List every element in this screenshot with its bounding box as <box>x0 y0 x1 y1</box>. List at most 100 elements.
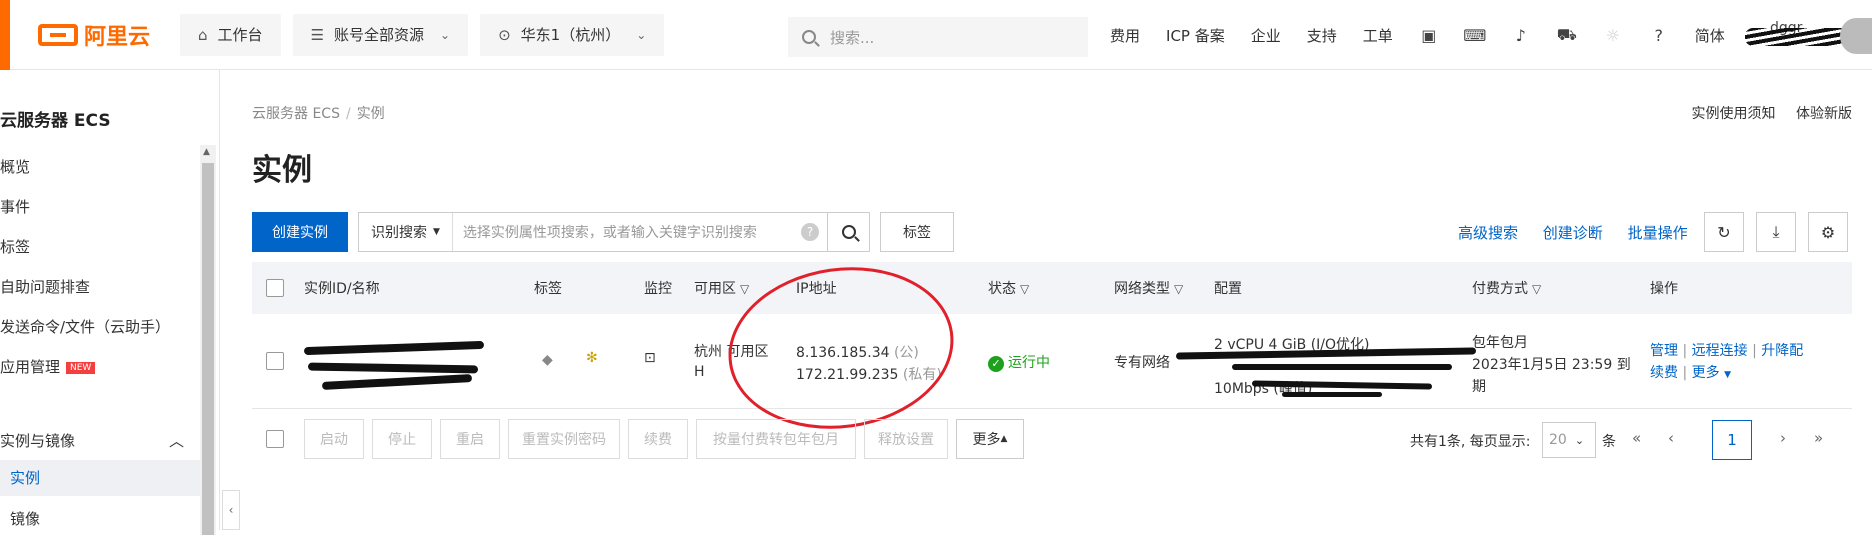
filter-icon[interactable]: ▽ <box>1174 282 1183 296</box>
release-settings-button[interactable]: 释放设置 <box>864 419 948 459</box>
region-label: 华东1（杭州） <box>520 26 621 44</box>
link-try-new-version[interactable]: 体验新版 <box>1796 106 1852 122</box>
status-badge: 运行中 <box>1008 355 1050 371</box>
more-actions-link[interactable]: 更多 ▼ <box>1692 365 1731 381</box>
global-search-input[interactable]: 搜索... <box>788 17 1088 57</box>
footer-select-all-checkbox[interactable] <box>266 430 284 448</box>
terminal-icon[interactable]: ⌨ <box>1463 25 1486 45</box>
workbench-button[interactable]: ⌂ 工作台 <box>180 13 281 56</box>
link-support[interactable]: 支持 <box>1307 25 1337 46</box>
caret-down-icon: ▼ <box>1724 370 1731 380</box>
column-status[interactable]: 状态 ▽ <box>988 278 1029 298</box>
row-checkbox[interactable] <box>266 352 284 370</box>
language-switch[interactable]: 简体 <box>1695 25 1725 46</box>
current-page-button[interactable]: 1 <box>1712 420 1752 460</box>
chevron-down-icon: ⌄ <box>1574 433 1585 447</box>
bell-icon[interactable]: ♪ <box>1511 25 1531 45</box>
search-submit-button[interactable] <box>827 213 869 251</box>
refresh-button[interactable]: ↻ <box>1704 212 1744 252</box>
scroll-up-icon[interactable]: ▲ <box>203 147 210 157</box>
column-tags: 标签 <box>534 281 562 297</box>
start-button[interactable]: 启动 <box>304 419 364 459</box>
reset-password-button[interactable]: 重置实例密码 <box>508 419 620 459</box>
renew-button[interactable]: 续费 <box>628 419 688 459</box>
column-billing[interactable]: 付费方式 ▽ <box>1472 278 1541 298</box>
column-instance-id[interactable]: 实例ID/名称 <box>304 278 380 298</box>
caret-up-icon: ▲ <box>1000 434 1008 444</box>
actions-cell: 管理 | 远程连接 | 升降配 续费 | 更多 ▼ <box>1650 340 1803 386</box>
renew-link[interactable]: 续费 <box>1650 365 1678 381</box>
prev-page-button[interactable]: ‹ <box>1668 429 1674 447</box>
link-instance-notice[interactable]: 实例使用须知 <box>1692 106 1776 122</box>
gear-icon: ⚙ <box>1820 222 1836 242</box>
sidebar-scrollbar[interactable]: ▲ <box>200 145 216 535</box>
instance-search-input[interactable]: 选择实例属性项搜索，或者输入关键字识别搜索 <box>453 222 801 242</box>
plugin-icon[interactable]: ✻ <box>586 350 598 366</box>
monitor-icon[interactable]: ⊡ <box>644 350 656 366</box>
sidebar-item-troubleshoot[interactable]: 自助问题排查 <box>0 276 90 297</box>
page-size-select[interactable]: 20 ⌄ <box>1542 422 1596 458</box>
more-label: 更多 <box>972 432 1001 448</box>
help-icon[interactable]: ? <box>801 223 819 241</box>
redaction-scribble <box>1232 364 1452 370</box>
chevron-up-icon: ︿ <box>168 432 184 450</box>
sidebar-item-events[interactable]: 事件 <box>0 196 30 217</box>
search-icon <box>841 225 856 239</box>
column-network-type[interactable]: 网络类型 ▽ <box>1114 278 1183 298</box>
link-enterprise[interactable]: 企业 <box>1251 25 1281 46</box>
more-button[interactable]: 更多 ▲ <box>956 419 1024 459</box>
batch-operation-link[interactable]: 批量操作 <box>1628 224 1688 242</box>
tag-filter-button[interactable]: 标签 <box>880 212 954 252</box>
sidebar-item-app-management[interactable]: 应用管理 NEW <box>0 356 96 377</box>
filter-icon[interactable]: ▽ <box>1532 282 1541 296</box>
divider: | <box>1682 365 1688 381</box>
sidebar-item-overview[interactable]: 概览 <box>0 156 30 177</box>
region-dropdown[interactable]: ⊙ 华东1（杭州） ⌄ <box>480 13 665 56</box>
select-all-checkbox[interactable] <box>266 279 284 297</box>
settings-button[interactable]: ⚙ <box>1808 212 1848 252</box>
cart-icon[interactable]: ⛟ <box>1557 25 1577 45</box>
create-instance-button[interactable]: 创建实例 <box>252 212 348 252</box>
help-icon[interactable]: ? <box>1649 25 1669 45</box>
stack-icon: ☰ <box>310 25 325 44</box>
resources-dropdown[interactable]: ☰ 账号全部资源 ⌄ <box>292 13 469 56</box>
tag-icon[interactable]: ◆ <box>542 352 553 368</box>
sidebar-group-instances-images[interactable]: 实例与镜像 ︿ <box>0 430 200 451</box>
filter-icon[interactable]: ▽ <box>740 282 749 296</box>
search-type-dropdown[interactable]: 识别搜索 ▼ <box>359 213 453 251</box>
global-search-placeholder: 搜索... <box>830 28 875 47</box>
home-icon: ⌂ <box>198 25 208 44</box>
filter-icon[interactable]: ▽ <box>1020 282 1029 296</box>
restart-button[interactable]: 重启 <box>440 419 500 459</box>
resize-link[interactable]: 升降配 <box>1761 343 1803 359</box>
aliyun-logo[interactable]: 阿里云 <box>38 19 150 51</box>
menu-button[interactable] <box>0 0 10 70</box>
sidebar-item-images[interactable]: 镜像 <box>10 508 40 529</box>
last-page-button[interactable]: » <box>1814 429 1823 447</box>
page-title: 实例 <box>252 153 312 188</box>
create-diagnosis-link[interactable]: 创建诊断 <box>1543 224 1603 242</box>
stop-button[interactable]: 停止 <box>372 419 432 459</box>
app-icon[interactable]: ▣ <box>1419 25 1439 45</box>
sidebar-item-cloud-assistant[interactable]: 发送命令/文件（云助手） <box>0 316 170 337</box>
next-page-button[interactable]: › <box>1780 429 1786 447</box>
manage-link[interactable]: 管理 <box>1650 343 1678 359</box>
lightbulb-icon[interactable]: ☼ <box>1603 25 1623 45</box>
link-fees[interactable]: 费用 <box>1110 25 1140 46</box>
scrollbar-thumb[interactable] <box>202 163 214 535</box>
avatar[interactable] <box>1840 18 1872 54</box>
chevron-left-icon: ‹ <box>228 503 234 517</box>
advanced-search-link[interactable]: 高级搜索 <box>1458 224 1518 242</box>
sidebar-collapse-button[interactable]: ‹ <box>222 490 240 530</box>
status-cell: ✓ 运行中 <box>988 352 1050 372</box>
first-page-button[interactable]: « <box>1632 429 1641 447</box>
sidebar-item-instances[interactable]: 实例 <box>0 460 200 496</box>
column-zone[interactable]: 可用区 ▽ <box>694 278 749 298</box>
convert-billing-button[interactable]: 按量付费转包年包月 <box>696 419 856 459</box>
export-button[interactable]: ⤓ <box>1756 212 1796 252</box>
sidebar-item-tags[interactable]: 标签 <box>0 236 30 257</box>
link-icp[interactable]: ICP 备案 <box>1166 25 1225 46</box>
breadcrumb-root[interactable]: 云服务器 ECS <box>252 106 340 122</box>
remote-connect-link[interactable]: 远程连接 <box>1692 343 1748 359</box>
link-ticket[interactable]: 工单 <box>1363 25 1393 46</box>
